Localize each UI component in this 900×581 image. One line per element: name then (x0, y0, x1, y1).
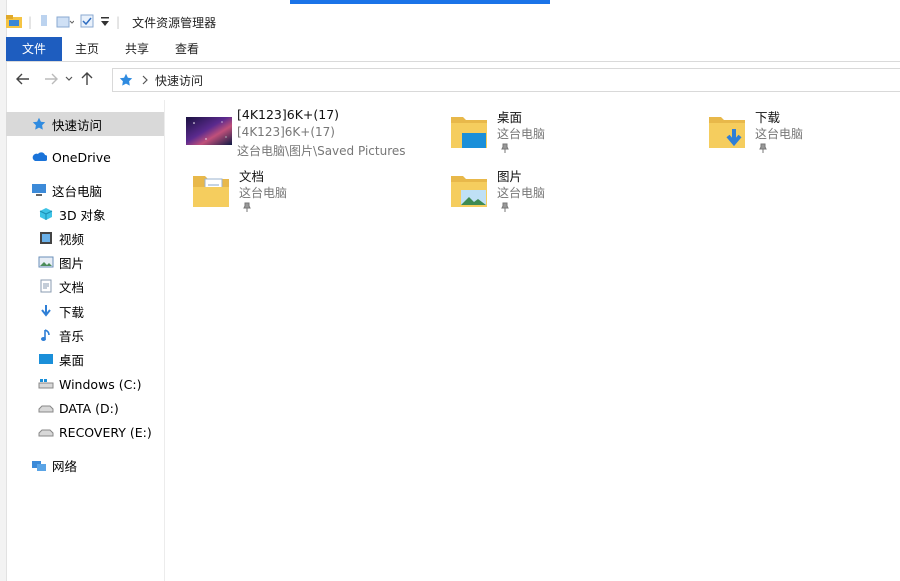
file-name: [4K123]6K+(17) (237, 107, 340, 122)
sidebar-item-documents[interactable]: 文档 (6, 274, 164, 298)
sidebar-item-label: Windows (C:) (59, 376, 142, 392)
sidebar-item-onedrive[interactable]: OneDrive (6, 145, 164, 169)
back-button[interactable] (12, 68, 34, 90)
computer-icon (30, 182, 48, 198)
image-thumbnail (185, 108, 233, 154)
video-icon (37, 230, 55, 246)
star-icon (30, 116, 48, 132)
sidebar-item-label: 音乐 (59, 328, 85, 344)
sidebar-item-3d-objects[interactable]: 3D 对象 (6, 202, 164, 226)
up-arrow-icon (81, 72, 93, 85)
cube-icon (37, 206, 55, 222)
folder-location: 这台电脑 (497, 186, 546, 200)
desktop-folder-icon (445, 108, 493, 154)
sidebar-item-downloads[interactable]: 下载 (6, 299, 164, 323)
star-icon (119, 73, 133, 86)
checkmark-icon[interactable] (80, 14, 94, 31)
pin-quick-icon[interactable] (38, 14, 50, 31)
tab-home[interactable]: 主页 (62, 37, 112, 61)
sidebar-item-label: 桌面 (59, 352, 85, 368)
folder-documents[interactable]: 文档 这台电脑 (187, 161, 437, 217)
quick-access-content: [4K123]6K+(17) [4K123]6K+(17) 这台电脑\图片\Sa… (170, 100, 900, 581)
sidebar-item-pictures[interactable]: 图片 (6, 250, 164, 274)
sidebar-item-drive-c[interactable]: Windows (C:) (6, 372, 164, 396)
sidebar-item-label: 图片 (59, 255, 85, 271)
downloads-folder-icon (703, 108, 751, 154)
title-bar: | | 文件资源管理器 (6, 8, 900, 36)
sidebar-item-desktop[interactable]: 桌面 (6, 347, 164, 371)
drive-icon (37, 376, 55, 392)
download-icon (37, 303, 55, 319)
navigation-pane: 快速访问 OneDrive 这台电脑 3D 对象 视频 图片 文档 下载 音乐 … (6, 100, 165, 581)
sidebar-item-label: RECOVERY (E:) (59, 424, 152, 440)
sidebar-item-this-pc[interactable]: 这台电脑 (6, 178, 164, 202)
pin-icon (242, 201, 252, 215)
sidebar-item-label: OneDrive (52, 149, 111, 165)
file-path: 这台电脑\图片\Saved Pictures (237, 144, 406, 158)
network-icon (30, 457, 48, 473)
sidebar-item-label: 视频 (59, 231, 85, 247)
recent-file-item[interactable]: [4K123]6K+(17) [4K123]6K+(17) 这台电脑\图片\Sa… (185, 102, 455, 158)
separator-icon: | (28, 15, 33, 29)
forward-arrow-icon (45, 73, 58, 85)
properties-icon[interactable] (56, 14, 75, 31)
back-arrow-icon (16, 73, 29, 85)
folder-location: 这台电脑 (239, 186, 288, 200)
folder-location: 这台电脑 (497, 127, 546, 141)
file-name-secondary: [4K123]6K+(17) (237, 125, 335, 139)
sidebar-item-music[interactable]: 音乐 (6, 323, 164, 347)
forward-button[interactable] (40, 68, 62, 90)
desktop-icon (37, 351, 55, 367)
pin-icon (500, 201, 510, 215)
sidebar-item-drive-e[interactable]: RECOVERY (E:) (6, 420, 164, 444)
ribbon-tabs: 文件 主页 共享 查看 (6, 37, 900, 62)
documents-folder-icon (187, 167, 235, 213)
folder-name: 下载 (755, 110, 781, 125)
breadcrumb-quick-access[interactable]: 快速访问 (155, 72, 203, 89)
folder-location: 这台电脑 (755, 127, 804, 141)
pin-icon (758, 142, 768, 156)
folder-name: 文档 (239, 169, 265, 184)
explorer-folder-icon[interactable] (6, 14, 22, 31)
pictures-folder-icon (445, 167, 493, 213)
document-icon (37, 278, 55, 294)
recent-locations-button[interactable] (62, 68, 76, 90)
sidebar-item-label: 快速访问 (52, 117, 103, 133)
folder-desktop[interactable]: 桌面 这台电脑 (445, 102, 695, 158)
pin-icon (500, 142, 510, 156)
address-bar[interactable]: 快速访问 (112, 68, 900, 92)
tab-share[interactable]: 共享 (112, 37, 162, 61)
window-title: 文件资源管理器 (132, 15, 217, 30)
chevron-right-icon (142, 75, 148, 85)
sidebar-item-label: 3D 对象 (59, 207, 106, 223)
picture-icon (37, 254, 55, 270)
music-icon (37, 327, 55, 343)
folder-name: 图片 (497, 169, 523, 184)
folder-downloads[interactable]: 下载 这台电脑 (703, 102, 900, 158)
sidebar-item-label: 文档 (59, 279, 85, 295)
background-window-strip (290, 0, 550, 4)
chevron-down-icon (65, 76, 73, 81)
folder-name: 桌面 (497, 110, 523, 125)
tab-file[interactable]: 文件 (6, 37, 63, 61)
drive-icon (37, 400, 55, 416)
folder-pictures[interactable]: 图片 这台电脑 (445, 161, 695, 217)
drive-icon (37, 424, 55, 440)
sidebar-item-drive-d[interactable]: DATA (D:) (6, 396, 164, 420)
separator-icon: | (116, 15, 121, 29)
navigation-bar: 快速访问 (6, 66, 900, 92)
up-button[interactable] (76, 68, 98, 90)
tab-view[interactable]: 查看 (162, 37, 212, 61)
customize-toolbar-icon[interactable] (100, 15, 110, 30)
sidebar-item-label: DATA (D:) (59, 400, 119, 416)
sidebar-item-label: 这台电脑 (52, 183, 103, 199)
sidebar-item-quick-access[interactable]: 快速访问 (6, 112, 164, 136)
cloud-icon (30, 149, 48, 165)
sidebar-item-label: 网络 (52, 458, 78, 474)
sidebar-item-videos[interactable]: 视频 (6, 226, 164, 250)
sidebar-item-network[interactable]: 网络 (6, 453, 164, 477)
sidebar-item-label: 下载 (59, 304, 85, 320)
